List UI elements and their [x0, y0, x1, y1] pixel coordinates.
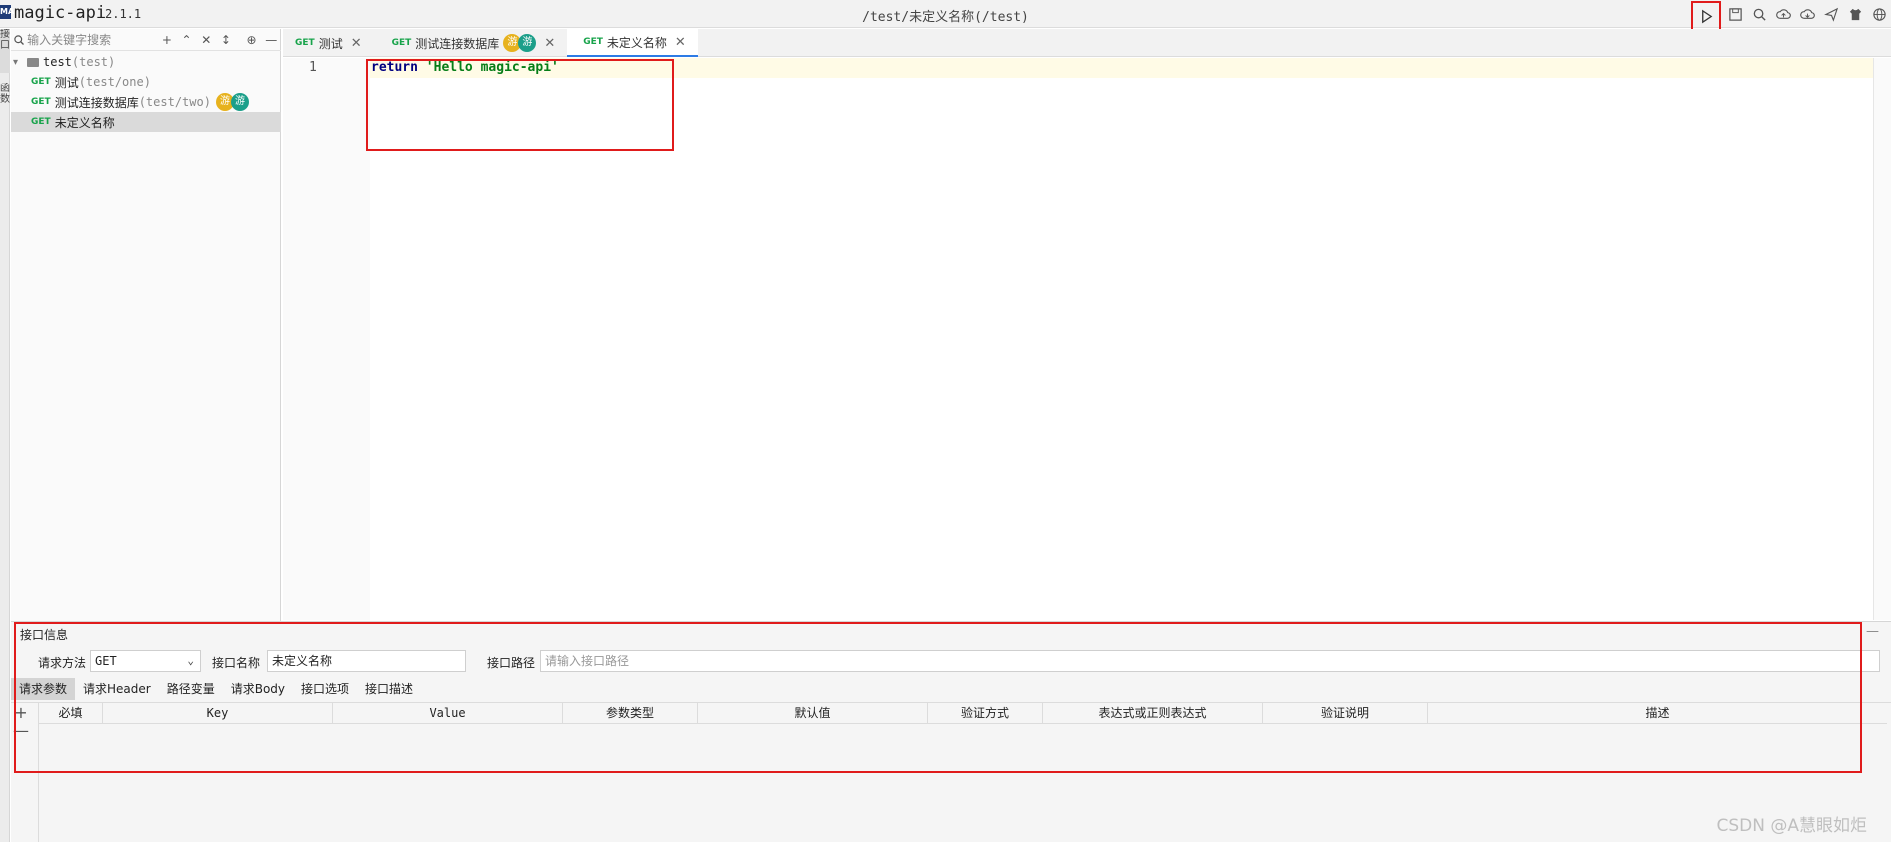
method-badge: GET: [583, 37, 603, 47]
tab-label: 未定义名称: [606, 35, 667, 50]
method-badge: GET: [31, 117, 51, 127]
run-icon[interactable]: [1691, 1, 1721, 31]
close-icon[interactable]: ✕: [544, 36, 555, 51]
line-number: 1: [309, 60, 317, 75]
add-group-icon[interactable]: +: [157, 29, 177, 51]
toolbar: [1691, 1, 1891, 31]
upload-icon[interactable]: [1771, 2, 1795, 26]
line-gutter: 1: [283, 58, 370, 620]
group-path: (test): [71, 55, 116, 69]
close-icon[interactable]: ✕: [675, 35, 686, 50]
api-name: 未定义名称: [54, 115, 115, 130]
left-rail: 接口 函数: [0, 29, 10, 842]
tree-group-test[interactable]: ▾ test (test): [11, 52, 281, 72]
panel-annotation-box: [14, 622, 1862, 773]
code-annotation-box: [366, 59, 674, 151]
tab-test[interactable]: GET 测试 ✕: [283, 29, 374, 57]
api-name: 测试: [54, 75, 79, 90]
search-icon: [11, 34, 27, 46]
tab-label: 测试连接数据库: [415, 36, 500, 51]
skin-icon[interactable]: [1843, 2, 1867, 26]
close-icon[interactable]: ✕: [351, 36, 362, 51]
push-icon[interactable]: [1819, 2, 1843, 26]
search-input[interactable]: [27, 32, 138, 47]
watermark: CSDN @A慧眼如炬: [1716, 816, 1867, 836]
title-bar: MA magic-api 2.1.1 /test/未定义名称(/test): [0, 0, 1891, 31]
method-badge: GET: [31, 97, 51, 107]
save-icon[interactable]: [1723, 2, 1747, 26]
minimize-icon[interactable]: —: [261, 29, 281, 51]
method-badge: GET: [295, 38, 315, 48]
tab-test-db[interactable]: GET 测试连接数据库 游 游 ✕: [374, 29, 568, 57]
tree-item-test-two[interactable]: GET 测试连接数据库 (test/two) 游 游: [11, 92, 281, 112]
collapse-all-icon[interactable]: ✕: [196, 29, 216, 51]
tab-label: 测试: [318, 36, 343, 51]
search-icon[interactable]: [1747, 2, 1771, 26]
locate-icon[interactable]: ⊕: [242, 29, 262, 51]
search-bar: + ⌃ ✕ ↕ ⊕ —: [11, 29, 281, 51]
tree-item-undefined[interactable]: GET 未定义名称: [11, 112, 281, 132]
method-badge: GET: [391, 38, 412, 48]
user-avatar-badge: 游: [518, 34, 537, 52]
tree-item-test-one[interactable]: GET 测试 (test/one): [11, 72, 281, 92]
sort-icon[interactable]: ↕: [216, 29, 236, 51]
api-path: (test/two): [138, 95, 211, 109]
api-tree: ▾ test (test) GET 测试 (test/one) GET 测试连接…: [11, 52, 281, 132]
editor-tabs: GET 测试 ✕ GET 测试连接数据库 游 游 ✕ GET 未定义名称 ✕: [283, 29, 1891, 57]
folder-icon: [27, 57, 39, 67]
expand-all-icon[interactable]: ⌃: [177, 29, 197, 51]
cloud-download-icon[interactable]: [1795, 2, 1819, 26]
user-avatar-badge: 游: [230, 93, 249, 111]
rail-tab-api[interactable]: 接口: [0, 29, 10, 73]
api-path: (test/one): [78, 75, 151, 89]
api-name: 测试连接数据库: [54, 95, 139, 110]
language-icon[interactable]: [1867, 2, 1891, 26]
method-badge: GET: [31, 77, 51, 87]
rail-tab-function[interactable]: 函数: [0, 83, 10, 127]
group-name: test: [43, 55, 72, 69]
collapse-icon[interactable]: —: [1866, 624, 1879, 639]
chevron-down-icon[interactable]: ▾: [13, 57, 27, 68]
tab-undefined[interactable]: GET 未定义名称 ✕: [567, 29, 698, 57]
current-path: /test/未定义名称(/test): [862, 10, 1029, 25]
sidebar: + ⌃ ✕ ↕ ⊕ — ▾ test (test) GET 测试 (test/o…: [11, 29, 281, 621]
editor-scrollbar[interactable]: [1873, 58, 1891, 620]
